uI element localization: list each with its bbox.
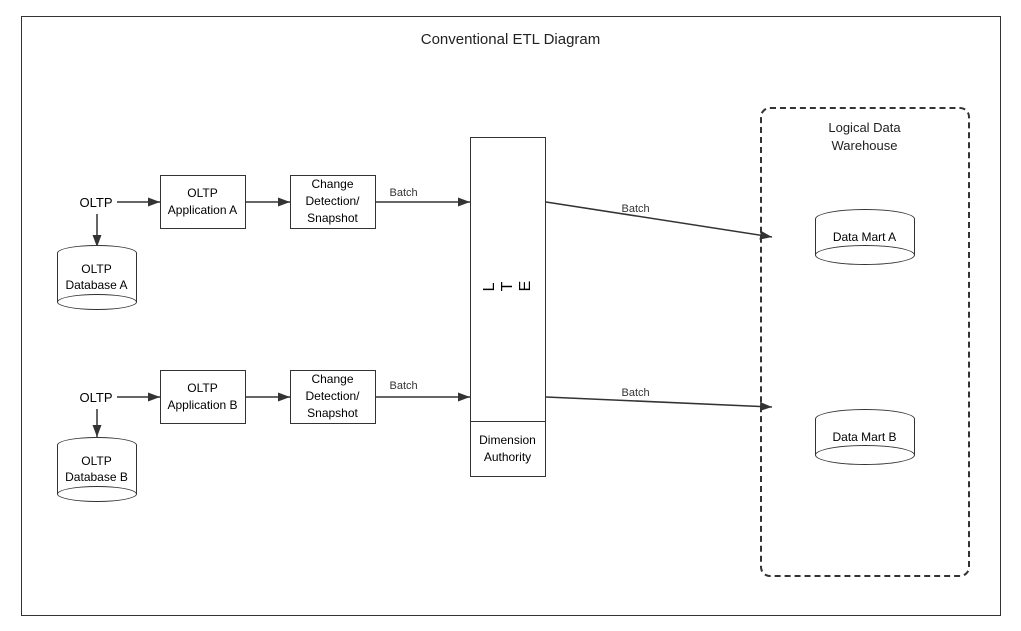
- data-mart-a-cylinder: Data Mart A: [815, 209, 915, 266]
- batch-label-2: Batch: [622, 203, 650, 215]
- diagram-title: Conventional ETL Diagram: [22, 31, 1000, 48]
- batch-label-4: Batch: [622, 387, 650, 399]
- oltp-database-b-cylinder: OLTP Database B: [57, 437, 137, 503]
- etl-box: E T L Dimension Authority: [470, 137, 546, 477]
- logical-dw-container: Logical Data Warehouse Data Mart A Data …: [760, 107, 970, 577]
- oltp-label-a: OLTP: [80, 195, 113, 210]
- batch-label-1: Batch: [390, 187, 418, 199]
- change-detection-a-box: Change Detection/ Snapshot: [290, 175, 376, 229]
- change-detection-b-box: Change Detection/ Snapshot: [290, 370, 376, 424]
- data-mart-b-cylinder: Data Mart B: [815, 409, 915, 466]
- etl-label: E T L: [481, 138, 535, 421]
- batch-label-3: Batch: [390, 380, 418, 392]
- dimension-authority-box: Dimension Authority: [471, 421, 545, 476]
- oltp-label-b: OLTP: [80, 390, 113, 405]
- oltp-database-a-cylinder: OLTP Database A: [57, 245, 137, 311]
- diagram-container: Conventional ETL Diagram Batch: [21, 16, 1001, 616]
- oltp-application-b-box: OLTP Application B: [160, 370, 246, 424]
- logical-dw-label: Logical Data Warehouse: [762, 119, 968, 155]
- oltp-application-a-box: OLTP Application A: [160, 175, 246, 229]
